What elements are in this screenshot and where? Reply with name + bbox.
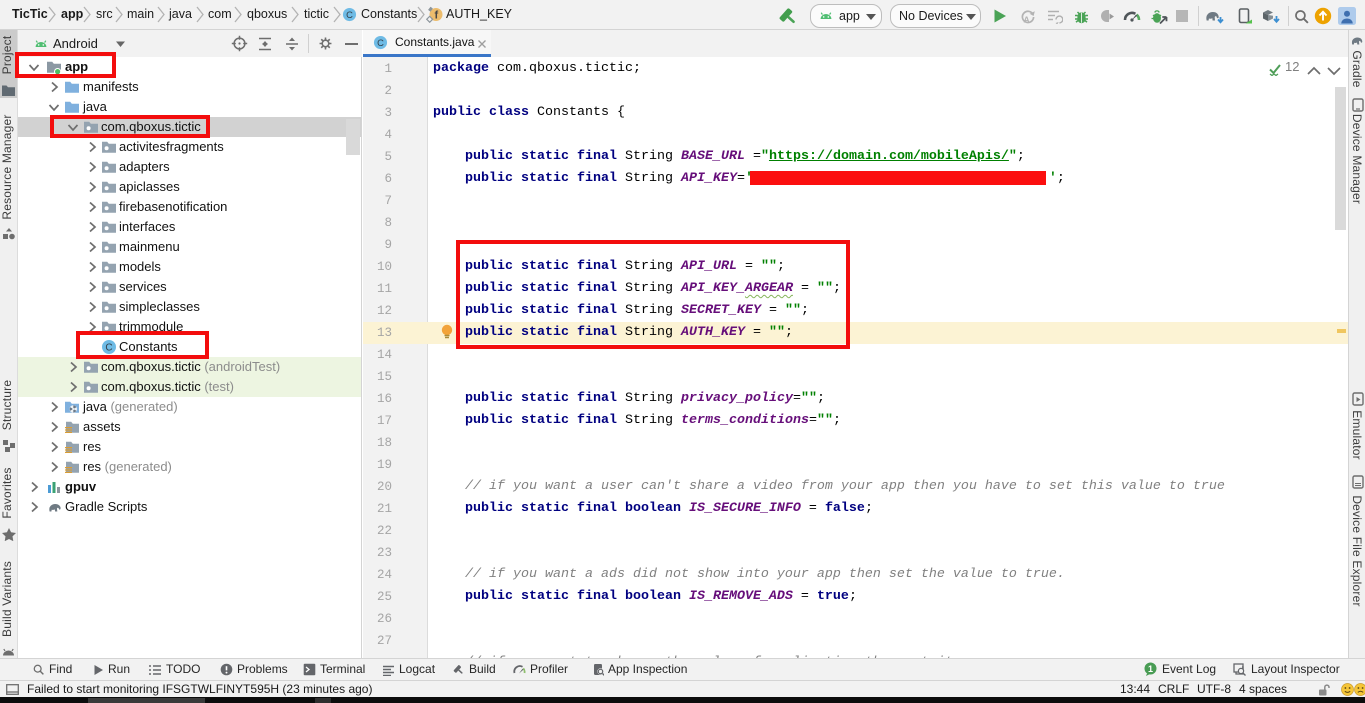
svg-text:1: 1: [1148, 664, 1153, 674]
svg-text:f: f: [434, 10, 438, 22]
svg-text:A: A: [1024, 15, 1030, 25]
